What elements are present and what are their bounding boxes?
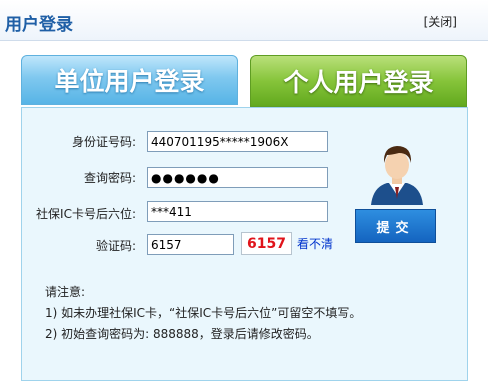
notes-heading: 请注意: — [45, 285, 86, 299]
tab-unit-login[interactable]: 单位用户登录 — [21, 55, 238, 105]
notes-section: 请注意: 1) 如未办理社保IC卡，“社保IC卡号后六位”可留空不填写。 2) … — [45, 282, 361, 345]
id-number-input[interactable] — [147, 131, 328, 152]
ic-card-input[interactable] — [147, 201, 328, 222]
captcha-image[interactable]: 6157 — [241, 232, 292, 255]
captcha-label: 验证码: — [95, 239, 136, 253]
close-link[interactable]: [关闭] — [424, 13, 457, 30]
page-title: 用户登录 — [5, 15, 73, 35]
id-number-label: 身份证号码: — [71, 135, 136, 149]
tab-personal-login[interactable]: 个人用户登录 — [250, 55, 467, 107]
note-item: 2) 初始查询密码为: 888888，登录后请修改密码。 — [45, 327, 319, 341]
submit-button[interactable]: 提交 — [355, 209, 436, 243]
note-item: 1) 如未办理社保IC卡，“社保IC卡号后六位”可留空不填写。 — [45, 306, 362, 320]
password-label: 查询密码: — [83, 171, 136, 185]
title-bar: 用户登录 [关闭] — [0, 0, 488, 41]
refresh-captcha-link[interactable]: 看不清 — [297, 235, 333, 252]
password-input[interactable] — [147, 167, 328, 188]
user-avatar-icon — [371, 146, 423, 205]
captcha-input[interactable] — [147, 234, 234, 255]
ic-card-label: 社保IC卡号后六位: — [36, 207, 136, 221]
